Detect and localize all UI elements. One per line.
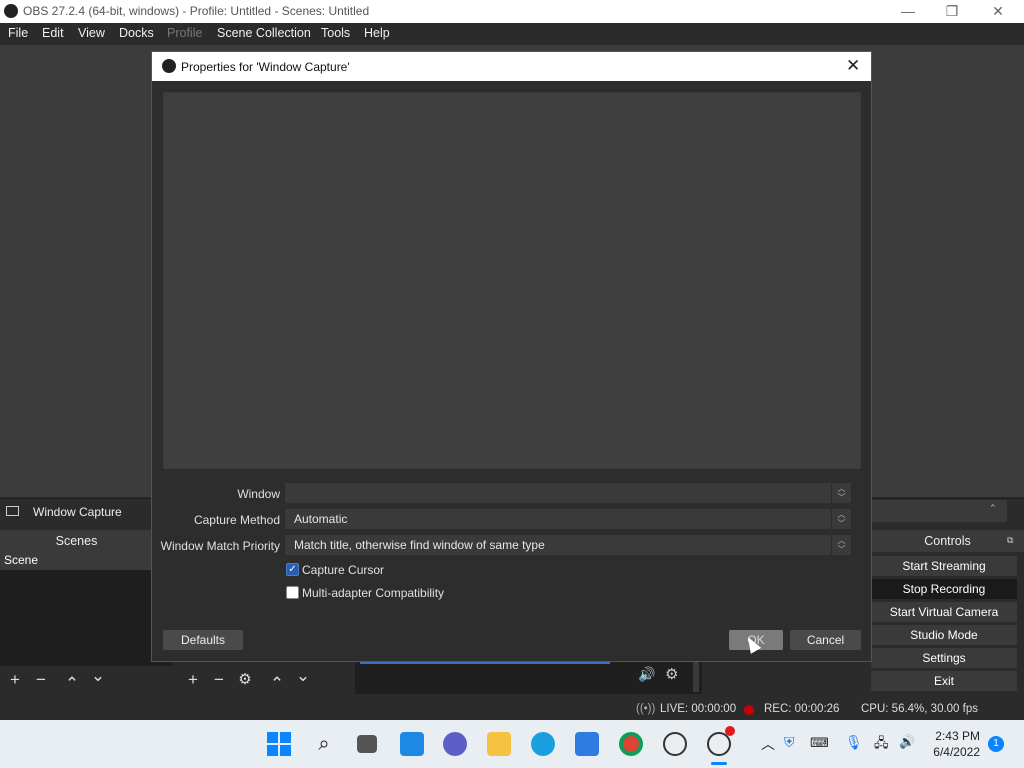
window-match-priority-value: Match title, otherwise find window of sa…	[294, 538, 545, 552]
teams-chat-icon[interactable]	[443, 732, 467, 756]
rec-timer: REC: 00:00:26	[764, 703, 840, 715]
menu-edit[interactable]: Edit	[42, 26, 64, 40]
capture-method-label: Capture Method	[193, 513, 280, 527]
source-combo[interactable]: ⌃	[871, 500, 1007, 522]
microphone-icon[interactable]: 🎙	[845, 734, 863, 751]
chevron-updown-icon: ︿ ﹀	[831, 483, 851, 503]
gear-icon[interactable]: ⚙	[665, 665, 678, 683]
exit-button[interactable]: Exit	[871, 671, 1017, 691]
volume-icon[interactable]: 🔊	[899, 734, 915, 750]
remove-source-button[interactable]: −	[209, 670, 229, 690]
search-icon[interactable]: ⌕	[312, 732, 336, 756]
dialog-title-bar: Properties for 'Window Capture' ✕	[152, 52, 871, 81]
speaker-icon[interactable]: 🔊	[638, 666, 655, 683]
status-bar: ((•)) LIVE: 00:00:00 REC: 00:00:26 CPU: …	[0, 698, 1024, 720]
add-scene-button[interactable]: +	[5, 670, 25, 690]
menu-tools[interactable]: Tools	[321, 26, 350, 40]
properties-dialog: Properties for 'Window Capture' ✕ Window…	[151, 51, 872, 662]
chevron-updown-icon: ︿ ﹀	[831, 535, 851, 555]
store-icon[interactable]	[575, 732, 599, 756]
menu-help[interactable]: Help	[364, 26, 390, 40]
capture-preview	[163, 92, 861, 469]
maximize-button[interactable]: ❐	[932, 2, 972, 20]
obs-logo-icon	[4, 4, 18, 18]
window-icon	[6, 506, 19, 516]
window-match-priority-label: Window Match Priority	[160, 539, 280, 553]
move-scene-up-button[interactable]: ⌃	[62, 674, 82, 694]
minimize-button[interactable]: —	[888, 2, 928, 20]
obs-recording-icon[interactable]	[707, 726, 735, 756]
windows-taskbar: ⌕ ︿ ⛨ ⌨ 🎙 🖧 🔊 2:43 PM 6/4/2022 1	[0, 720, 1024, 768]
window-label: Window	[237, 487, 280, 501]
dialog-title: Properties for 'Window Capture'	[181, 60, 350, 74]
mixer-scrollbar[interactable]	[693, 662, 699, 692]
source-properties-button[interactable]: ⚙	[235, 670, 255, 688]
move-source-up-button[interactable]: ⌃	[267, 674, 287, 694]
chevron-up-icon[interactable]: ︿	[761, 734, 775, 754]
cancel-button[interactable]: Cancel	[790, 630, 861, 650]
clock-time[interactable]: 2:43 PM	[928, 729, 980, 743]
multi-adapter-checkbox[interactable]	[286, 586, 299, 599]
scenes-dock-header: Scenes	[0, 530, 153, 552]
dock-float-icon[interactable]: ⧉	[1007, 535, 1013, 546]
app-title: OBS 27.2.4 (64-bit, windows) - Profile: …	[23, 4, 370, 18]
menu-file[interactable]: File	[8, 26, 28, 40]
studio-mode-button[interactable]: Studio Mode	[871, 625, 1017, 645]
task-view-icon[interactable]	[357, 735, 377, 753]
keyboard-icon[interactable]: ⌨	[810, 735, 829, 751]
menu-scene-collection[interactable]: Scene Collection	[217, 26, 311, 40]
selected-source-label: Window Capture	[33, 505, 122, 519]
network-icon[interactable]: 🖧	[874, 734, 889, 756]
audio-mixer: 🔊 ⚙	[355, 662, 702, 694]
chevron-updown-icon: ⌃	[989, 503, 997, 513]
sources-toolbar: + − ⚙ ⌃ ⌄	[178, 666, 350, 694]
menu-view[interactable]: View	[78, 26, 105, 40]
menu-bar: File Edit View Docks Profile Scene Colle…	[0, 23, 1024, 45]
shield-icon[interactable]: ⛨	[784, 734, 795, 751]
rec-dot-icon	[744, 704, 754, 716]
chrome-icon[interactable]	[619, 732, 643, 756]
move-source-down-button[interactable]: ⌄	[293, 666, 313, 686]
clock-date[interactable]: 6/4/2022	[928, 745, 980, 759]
file-explorer-icon[interactable]	[487, 732, 511, 756]
live-timer: LIVE: 00:00:00	[660, 703, 737, 715]
active-app-indicator	[711, 762, 727, 765]
start-streaming-button[interactable]: Start Streaming	[871, 556, 1017, 576]
multi-adapter-label[interactable]: Multi-adapter Compatibility	[302, 586, 444, 600]
window-match-priority-select[interactable]: Match title, otherwise find window of sa…	[285, 535, 851, 555]
scenes-toolbar: + − ⌃ ⌄	[0, 666, 173, 694]
capture-cursor-checkbox[interactable]: ✓	[286, 563, 299, 576]
widgets-icon[interactable]	[400, 732, 424, 756]
scene-list-item[interactable]: Scene	[0, 551, 153, 570]
stop-recording-button[interactable]: Stop Recording	[871, 579, 1017, 599]
window-select[interactable]: ︿ ﹀	[285, 483, 851, 503]
defaults-button[interactable]: Defaults	[163, 630, 243, 650]
edge-icon[interactable]	[531, 732, 555, 756]
menu-docks[interactable]: Docks	[119, 26, 154, 40]
add-source-button[interactable]: +	[183, 670, 203, 690]
cpu-fps: CPU: 56.4%, 30.00 fps	[861, 703, 978, 715]
chevron-updown-icon: ︿ ﹀	[831, 509, 851, 529]
live-broadcast-icon: ((•))	[636, 703, 656, 715]
menu-profile: Profile	[167, 26, 203, 40]
settings-button[interactable]: Settings	[871, 648, 1017, 668]
obs-icon[interactable]	[663, 732, 687, 756]
volume-meter	[360, 662, 610, 664]
start-virtual-camera-button[interactable]: Start Virtual Camera	[871, 602, 1017, 622]
notification-badge[interactable]: 1	[988, 736, 1004, 752]
capture-cursor-label[interactable]: Capture Cursor	[302, 563, 384, 577]
controls-dock-header: Controls	[871, 530, 1024, 552]
remove-scene-button[interactable]: −	[31, 670, 51, 690]
windows-start-icon[interactable]	[267, 732, 291, 756]
capture-method-value: Automatic	[294, 512, 348, 526]
close-button[interactable]: ✕	[978, 2, 1018, 20]
app-title-bar: OBS 27.2.4 (64-bit, windows) - Profile: …	[0, 0, 1024, 23]
capture-method-select[interactable]: Automatic ︿ ﹀	[285, 509, 851, 529]
dialog-close-button[interactable]: ✕	[846, 56, 860, 76]
move-scene-down-button[interactable]: ⌄	[88, 666, 108, 686]
obs-logo-icon	[162, 59, 176, 73]
